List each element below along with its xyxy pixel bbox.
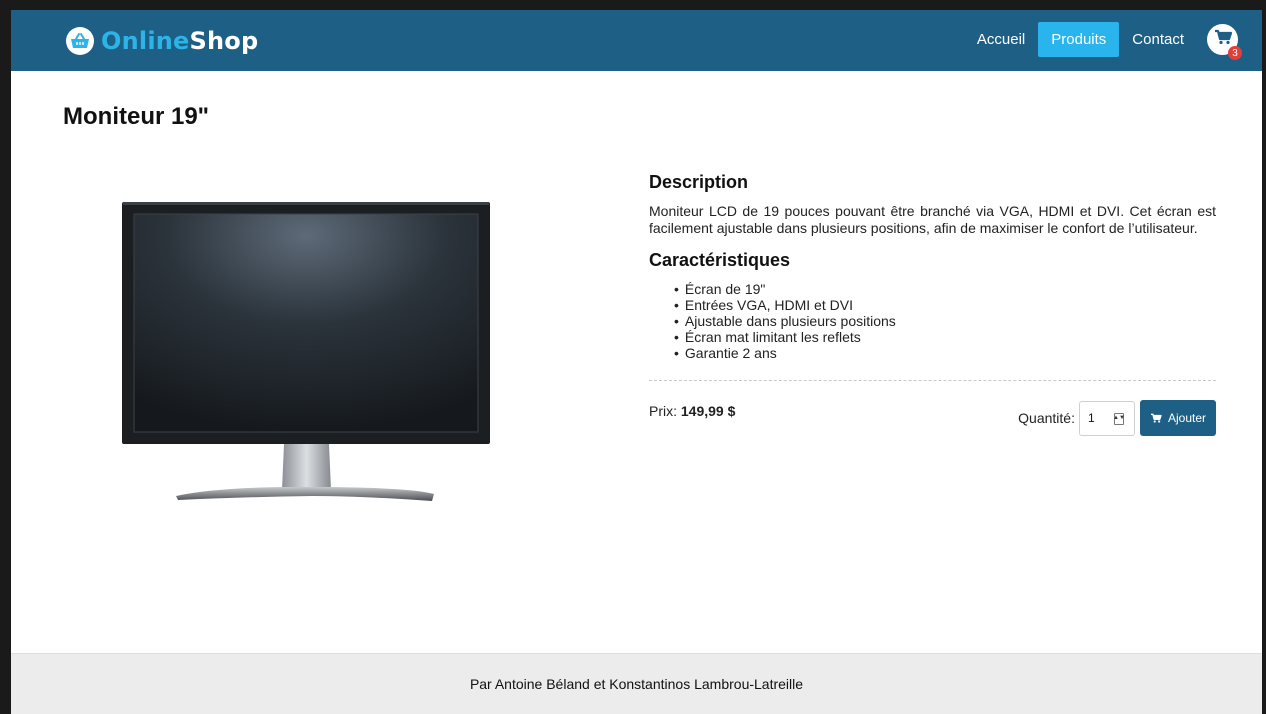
cart-button[interactable]: 3 [1207,24,1242,60]
quantity-value: 1 [1087,411,1095,425]
product-details: Description Moniteur LCD de 19 pouces po… [649,172,1216,441]
window-frame-right [1262,0,1266,714]
site-header: OnlineShop Accueil Produits Contact 3 [11,10,1262,71]
purchase-row: Prix: 149,99 $ Quantité: 1 ▲▼ Ajouter [649,381,1216,441]
brand-logo[interactable]: OnlineShop [66,27,258,55]
feature-item: Écran mat limitant les reflets [674,329,1216,345]
shopping-cart-icon [1150,413,1162,423]
spinner-icon[interactable]: ▲▼ [1113,412,1125,425]
features-heading: Caractéristiques [649,250,791,270]
price-label: Prix: [649,403,677,419]
features-list: Écran de 19" Entrées VGA, HDMI et DVI Aj… [674,281,1216,361]
monitor-image [112,196,502,516]
window-frame-left [0,0,11,714]
feature-item: Entrées VGA, HDMI et DVI [674,297,1216,313]
feature-item: Garantie 2 ans [674,345,1216,361]
quantity-group: Quantité: 1 ▲▼ Ajouter [1018,400,1216,436]
brand-name-part1: Online [101,27,190,55]
add-button-label: Ajouter [1167,411,1206,425]
nav-link-contact[interactable]: Contact [1119,22,1197,57]
cart-count-badge: 3 [1228,46,1242,60]
quantity-label: Quantité: [1018,410,1075,426]
brand-name-part2: Shop [189,27,259,55]
window-frame-top [0,0,1266,10]
add-to-cart-button[interactable]: Ajouter [1139,400,1216,436]
price: Prix: 149,99 $ [649,403,735,419]
main-nav: Accueil Produits Contact 3 [964,22,1242,60]
brand-name: OnlineShop [101,27,258,55]
feature-item: Écran de 19" [674,281,1216,297]
site-footer: Par Antoine Béland et Konstantinos Lambr… [11,653,1262,714]
nav-link-accueil[interactable]: Accueil [964,22,1038,57]
description-heading: Description [649,172,749,192]
shopping-cart-icon [1214,29,1232,50]
price-value: 149,99 $ [680,403,736,419]
shopping-basket-icon [66,27,94,55]
product-title: Moniteur 19" [63,103,210,130]
footer-text: Par Antoine Béland et Konstantinos Lambr… [469,676,804,692]
nav-link-produits[interactable]: Produits [1038,22,1120,57]
quantity-stepper[interactable]: 1 ▲▼ [1078,400,1135,436]
product-description: Moniteur LCD de 19 pouces pouvant être b… [649,203,1216,236]
feature-item: Ajustable dans plusieurs positions [674,313,1216,329]
